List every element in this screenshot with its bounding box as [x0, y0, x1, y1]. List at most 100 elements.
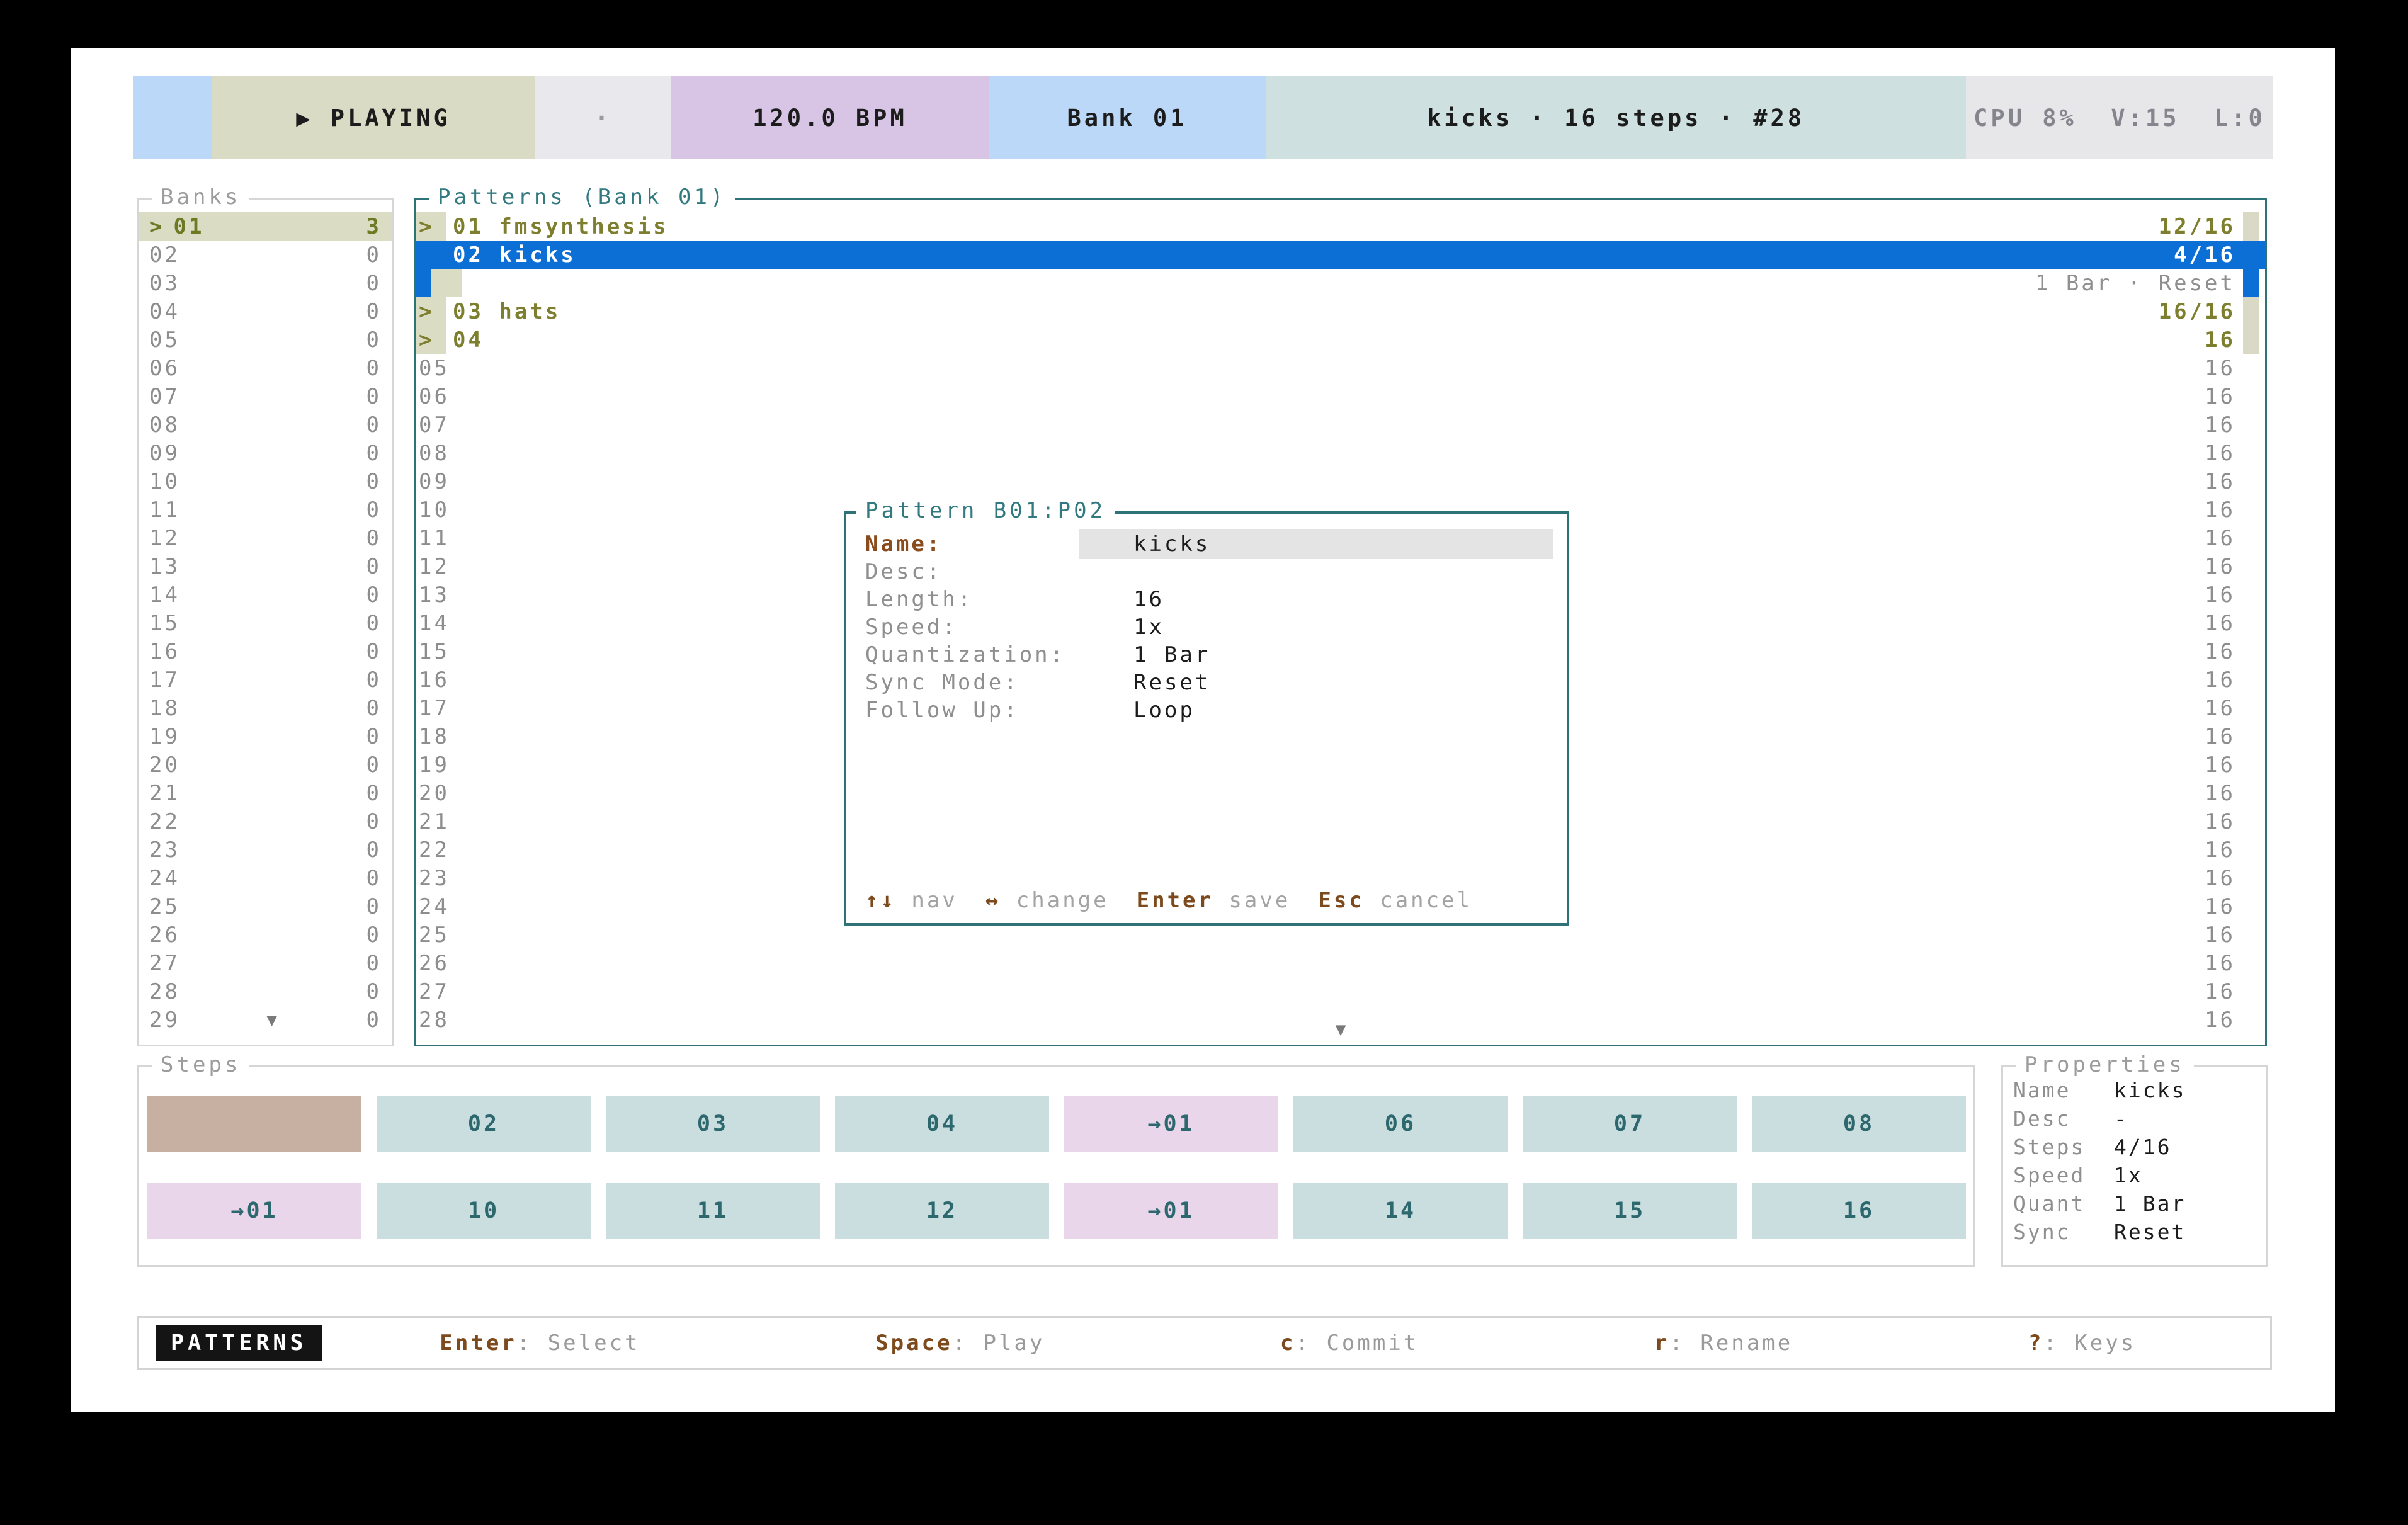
- patterns-scrollbar-track[interactable]: [2243, 609, 2259, 637]
- patterns-scrollbar-thumb[interactable]: [2243, 326, 2259, 354]
- modal-field-row[interactable]: Desc:: [865, 558, 1557, 586]
- pattern-row[interactable]: 02 kicks4/16: [416, 241, 2265, 269]
- patterns-scrollbar-track[interactable]: [2243, 836, 2259, 864]
- modal-field-label: Follow Up:: [865, 698, 1079, 723]
- modal-field-row[interactable]: Quantization:1 Bar: [865, 641, 1557, 669]
- bank-row[interactable]: 270: [139, 949, 392, 977]
- patterns-scrollbar-track[interactable]: [2243, 694, 2259, 722]
- patterns-scrollbar-track[interactable]: [2243, 949, 2259, 977]
- step-cell[interactable]: 15: [1523, 1183, 1737, 1239]
- bank-row[interactable]: 210: [139, 779, 392, 807]
- bank-row[interactable]: 280: [139, 977, 392, 1006]
- bank-row[interactable]: 030: [139, 269, 392, 297]
- bank-row[interactable]: 140: [139, 581, 392, 609]
- bank-row[interactable]: 230: [139, 836, 392, 864]
- step-cell[interactable]: 06: [1293, 1096, 1508, 1152]
- pattern-row[interactable]: 0616: [416, 382, 2265, 411]
- patterns-scrollbar-track[interactable]: [2243, 1006, 2259, 1034]
- bank-row[interactable]: 080: [139, 411, 392, 439]
- bank-row[interactable]: 29▼0: [139, 1006, 392, 1034]
- pattern-row[interactable]: 2716: [416, 977, 2265, 1006]
- step-cell-playhead[interactable]: [147, 1096, 361, 1152]
- bank-row[interactable]: 110: [139, 496, 392, 524]
- step-cell[interactable]: 16: [1752, 1183, 1966, 1239]
- bank-row[interactable]: 190: [139, 722, 392, 751]
- bank-row[interactable]: 150: [139, 609, 392, 637]
- modal-field-row[interactable]: Length:16: [865, 586, 1557, 613]
- bank-row[interactable]: 170: [139, 666, 392, 694]
- patterns-scrollbar-track[interactable]: [2243, 666, 2259, 694]
- patterns-scrollbar-track[interactable]: [2243, 496, 2259, 524]
- patterns-scrollbar-track[interactable]: [2243, 807, 2259, 836]
- modal-field-row[interactable]: Name:kicks: [865, 530, 1557, 558]
- patterns-scrollbar-track[interactable]: [2243, 977, 2259, 1006]
- patterns-scrollbar-track[interactable]: [2243, 751, 2259, 779]
- step-cell[interactable]: 12: [835, 1183, 1049, 1239]
- step-cell-trigger[interactable]: →01: [1064, 1096, 1278, 1152]
- pattern-row[interactable]: 0716: [416, 411, 2265, 439]
- bank-row[interactable]: 240: [139, 864, 392, 892]
- step-cell[interactable]: 04: [835, 1096, 1049, 1152]
- bank-row[interactable]: 090: [139, 439, 392, 467]
- patterns-scrollbar-track[interactable]: [2243, 864, 2259, 892]
- patterns-scrollbar-track[interactable]: [2243, 354, 2259, 382]
- pattern-row[interactable]: 0516: [416, 354, 2265, 382]
- pattern-row[interactable]: 2616: [416, 949, 2265, 977]
- patterns-scrollbar-thumb[interactable]: [2243, 297, 2259, 326]
- step-cell[interactable]: 14: [1293, 1183, 1508, 1239]
- bank-number: 09: [149, 441, 180, 466]
- bank-row[interactable]: 060: [139, 354, 392, 382]
- bank-row[interactable]: 130: [139, 552, 392, 581]
- bank-row[interactable]: 050: [139, 326, 392, 354]
- step-cell[interactable]: 11: [606, 1183, 820, 1239]
- pattern-row[interactable]: >03 hats16/16: [416, 297, 2265, 326]
- patterns-scrollbar-thumb[interactable]: [2243, 241, 2259, 269]
- property-value: kicks: [2114, 1078, 2186, 1103]
- pattern-row[interactable]: 0916: [416, 467, 2265, 496]
- patterns-scrollbar-track[interactable]: [2243, 722, 2259, 751]
- pattern-label: 05: [416, 356, 450, 381]
- step-cell-trigger[interactable]: →01: [147, 1183, 361, 1239]
- bank-row[interactable]: 180: [139, 694, 392, 722]
- bank-row[interactable]: 040: [139, 297, 392, 326]
- step-cell-trigger[interactable]: →01: [1064, 1183, 1278, 1239]
- property-value: 1 Bar: [2114, 1191, 2186, 1216]
- modal-field-value-input[interactable]: kicks: [1079, 529, 1553, 559]
- step-cell[interactable]: 08: [1752, 1096, 1966, 1152]
- step-cell[interactable]: 07: [1523, 1096, 1737, 1152]
- pattern-row[interactable]: >0416: [416, 326, 2265, 354]
- bank-row[interactable]: 020: [139, 241, 392, 269]
- bank-row[interactable]: 200: [139, 751, 392, 779]
- pattern-expand-marker: >: [416, 212, 446, 241]
- step-cell[interactable]: 03: [606, 1096, 820, 1152]
- bank-row[interactable]: >013: [139, 212, 392, 241]
- modal-field-row[interactable]: Follow Up:Loop: [865, 696, 1557, 724]
- pattern-row[interactable]: 0816: [416, 439, 2265, 467]
- patterns-scrollbar-track[interactable]: [2243, 467, 2259, 496]
- patterns-scrollbar-thumb[interactable]: [2243, 212, 2259, 241]
- patterns-scrollbar-track[interactable]: [2243, 892, 2259, 921]
- bank-row[interactable]: 250: [139, 892, 392, 921]
- patterns-scrollbar-track[interactable]: [2243, 581, 2259, 609]
- patterns-scrollbar-track[interactable]: [2243, 411, 2259, 439]
- bank-row[interactable]: 120: [139, 524, 392, 552]
- patterns-scrollbar-track[interactable]: [2243, 552, 2259, 581]
- bank-row[interactable]: 100: [139, 467, 392, 496]
- patterns-scrollbar-track[interactable]: [2243, 921, 2259, 949]
- patterns-scrollbar-track[interactable]: [2243, 779, 2259, 807]
- bank-row[interactable]: 220: [139, 807, 392, 836]
- modal-field-row[interactable]: Sync Mode:Reset: [865, 669, 1557, 696]
- step-cell[interactable]: 10: [377, 1183, 591, 1239]
- patterns-scrollbar-track[interactable]: [2243, 382, 2259, 411]
- pattern-row[interactable]: >01 fmsynthesis12/16: [416, 212, 2265, 241]
- patterns-scrollbar-track[interactable]: [2243, 439, 2259, 467]
- patterns-scrollbar-thumb[interactable]: [2243, 269, 2259, 297]
- modal-field-label: Length:: [865, 587, 1079, 612]
- modal-field-row[interactable]: Speed:1x: [865, 613, 1557, 641]
- patterns-scrollbar-track[interactable]: [2243, 524, 2259, 552]
- patterns-scrollbar-track[interactable]: [2243, 637, 2259, 666]
- bank-row[interactable]: 160: [139, 637, 392, 666]
- bank-row[interactable]: 260: [139, 921, 392, 949]
- step-cell[interactable]: 02: [377, 1096, 591, 1152]
- bank-row[interactable]: 070: [139, 382, 392, 411]
